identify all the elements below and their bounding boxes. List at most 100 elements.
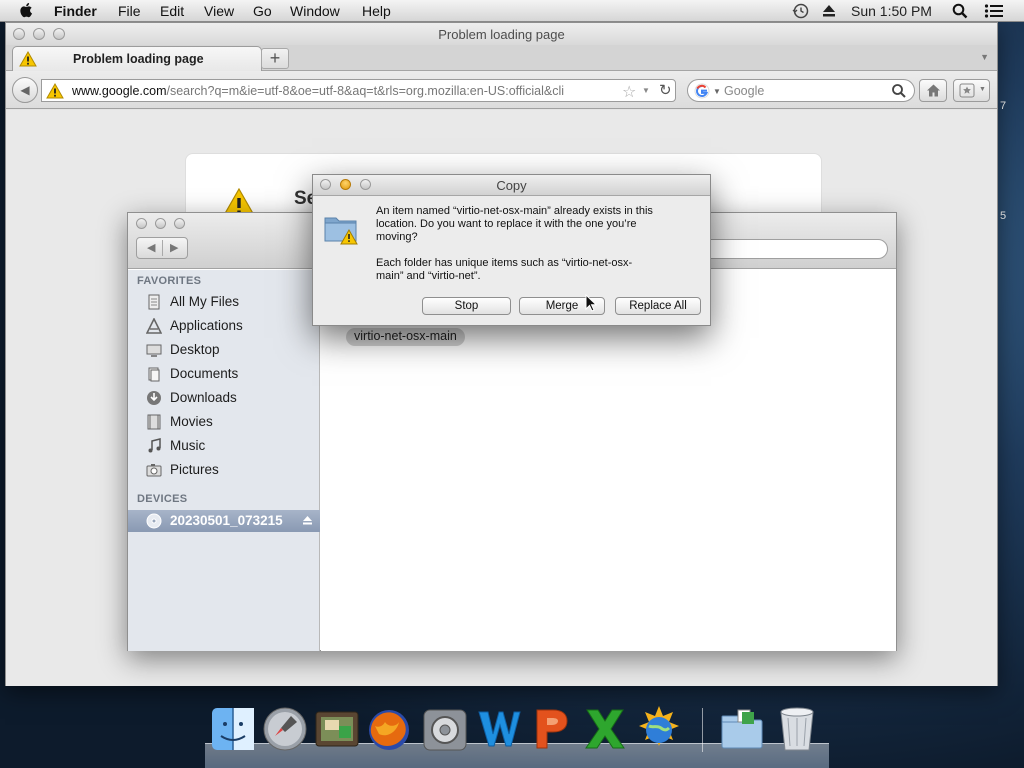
window-title: Problem loading page	[438, 27, 565, 42]
tab-problem-loading[interactable]: Problem loading page	[12, 46, 262, 71]
sidebar-item-downloads[interactable]: Downloads	[128, 387, 320, 409]
sidebar-item-documents[interactable]: Documents	[128, 363, 320, 385]
history-dropdown-icon[interactable]: ▼	[642, 86, 650, 95]
sidebar-item-movies[interactable]: Movies	[128, 411, 320, 433]
minimize-button[interactable]	[155, 218, 166, 229]
sidebar-item-device-disc[interactable]: 20230501_073215	[128, 510, 320, 532]
home-button[interactable]	[919, 79, 947, 102]
menu-file[interactable]: File	[118, 3, 141, 19]
sidebar-heading-favorites: FAVORITES	[137, 275, 202, 287]
powerpoint-icon[interactable]	[527, 702, 575, 754]
word-icon[interactable]	[475, 702, 523, 754]
menu-window[interactable]: Window	[290, 3, 340, 19]
trash-icon[interactable]	[773, 702, 821, 754]
desktop-edge-text: 7	[1000, 100, 1007, 112]
finder-search-field[interactable]	[698, 239, 888, 259]
eject-icon[interactable]	[302, 515, 313, 526]
reload-icon[interactable]: ↻	[659, 81, 672, 99]
dialog-detail-line: main” and “virtio-net”.	[376, 270, 481, 282]
folder-warning-icon	[324, 217, 358, 245]
menu-edit[interactable]: Edit	[160, 3, 184, 19]
sidebar-item-label: Music	[170, 438, 206, 453]
bookmark-star-icon[interactable]: ☆	[622, 82, 636, 102]
music-icon	[148, 438, 161, 453]
desktop-icon	[146, 344, 162, 357]
apple-icon[interactable]	[18, 1, 36, 19]
tab-bar: Problem loading page + ▼	[6, 45, 997, 71]
back-arrow-icon[interactable]: ◀	[147, 241, 155, 254]
time-machine-icon[interactable]	[792, 3, 809, 19]
finder-icon[interactable]	[209, 702, 257, 754]
url-bar[interactable]: www.google.com/search?q=m&ie=utf-8&oe=ut…	[41, 79, 676, 102]
bookmarks-button[interactable]: ▼	[953, 79, 990, 102]
sidebar-item-label: Movies	[170, 414, 213, 429]
sidebar-item-desktop[interactable]: Desktop	[128, 339, 320, 361]
menu-app-finder[interactable]: Finder	[54, 3, 97, 19]
mouse-cursor-icon	[585, 294, 597, 312]
search-engine-dropdown-icon[interactable]: ▼	[713, 87, 721, 96]
menu-bar: Finder File Edit View Go Window Help Sun…	[0, 0, 1024, 22]
dialog-message-line: location. Do you want to replace it with…	[376, 218, 637, 230]
sidebar-item-applications[interactable]: Applications	[128, 315, 320, 337]
home-icon	[927, 84, 940, 97]
dialog-titlebar: Copy	[313, 175, 710, 196]
bookmarks-dropdown-icon: ▼	[979, 86, 986, 93]
launchpad-icon[interactable]	[261, 702, 309, 754]
back-forward-control[interactable]: ◀ ▶	[136, 237, 188, 259]
dock	[205, 700, 829, 768]
new-tab-button[interactable]: +	[261, 48, 289, 69]
warning-icon	[46, 82, 64, 99]
excel-icon[interactable]	[581, 702, 629, 754]
sidebar-item-label: Desktop	[170, 342, 220, 357]
documents-icon	[148, 367, 160, 382]
google-logo-icon	[694, 83, 710, 99]
menu-view[interactable]: View	[204, 3, 234, 19]
menu-help[interactable]: Help	[362, 3, 391, 19]
sidebar-item-all-my-files[interactable]: All My Files	[128, 291, 320, 313]
replace-all-button[interactable]: Replace All	[615, 297, 701, 315]
warning-icon	[19, 51, 37, 67]
desktop-edge-text: 5	[1000, 210, 1007, 222]
search-bar[interactable]: ▼ Google	[687, 79, 915, 102]
firefox-titlebar: Problem loading page	[6, 23, 997, 45]
sidebar-heading-devices: DEVICES	[137, 493, 188, 505]
spotlight-icon[interactable]	[952, 3, 968, 19]
finder-sidebar: FAVORITES All My Files Applications Desk…	[128, 270, 320, 651]
sidebar-item-label: All My Files	[170, 294, 240, 309]
notification-list-icon[interactable]	[984, 3, 1004, 19]
sidebar-item-label: Applications	[170, 318, 243, 333]
dialog-message-line: moving?	[376, 231, 418, 243]
zoom-button[interactable]	[174, 218, 185, 229]
sidebar-item-label: Pictures	[170, 462, 219, 477]
downloads-stack-icon[interactable]	[718, 702, 766, 754]
dialog-detail-line: Each folder has unique items such as “vi…	[376, 257, 633, 269]
applications-icon	[146, 318, 162, 334]
file-item-folder[interactable]: virtio-net-osx-main	[346, 328, 465, 346]
pictures-icon	[146, 464, 162, 477]
stop-button[interactable]: Stop	[422, 297, 511, 315]
all-files-icon	[148, 294, 160, 310]
menu-go[interactable]: Go	[253, 3, 272, 19]
downloads-icon	[147, 391, 161, 405]
dock-separator	[702, 708, 703, 752]
photo-browser-icon[interactable]	[313, 702, 361, 754]
dialog-title: Copy	[496, 178, 527, 193]
copy-dialog: Copy An item named “virtio-net-osx-main”…	[312, 174, 711, 326]
back-button[interactable]: ◀	[12, 77, 38, 103]
forward-arrow-icon[interactable]: ▶	[170, 241, 178, 254]
movies-icon	[147, 414, 161, 430]
search-icon[interactable]	[891, 83, 907, 99]
network-globe-icon[interactable]	[635, 702, 683, 754]
tab-list-chevron-icon[interactable]: ▼	[980, 52, 989, 62]
close-button[interactable]	[136, 218, 147, 229]
sidebar-item-label: Documents	[170, 366, 239, 381]
sidebar-item-pictures[interactable]: Pictures	[128, 459, 320, 481]
sidebar-item-label: 20230501_073215	[170, 513, 283, 528]
url-text[interactable]: www.google.com/search?q=m&ie=utf-8&oe=ut…	[72, 84, 617, 98]
firefox-icon[interactable]	[365, 702, 413, 754]
eject-icon[interactable]	[822, 4, 836, 18]
sidebar-item-music[interactable]: Music	[128, 435, 320, 457]
navigation-toolbar: ◀ www.google.com/search?q=m&ie=utf-8&oe=…	[6, 71, 997, 109]
clock[interactable]: Sun 1:50 PM	[851, 3, 932, 19]
system-preferences-icon[interactable]	[421, 702, 469, 754]
